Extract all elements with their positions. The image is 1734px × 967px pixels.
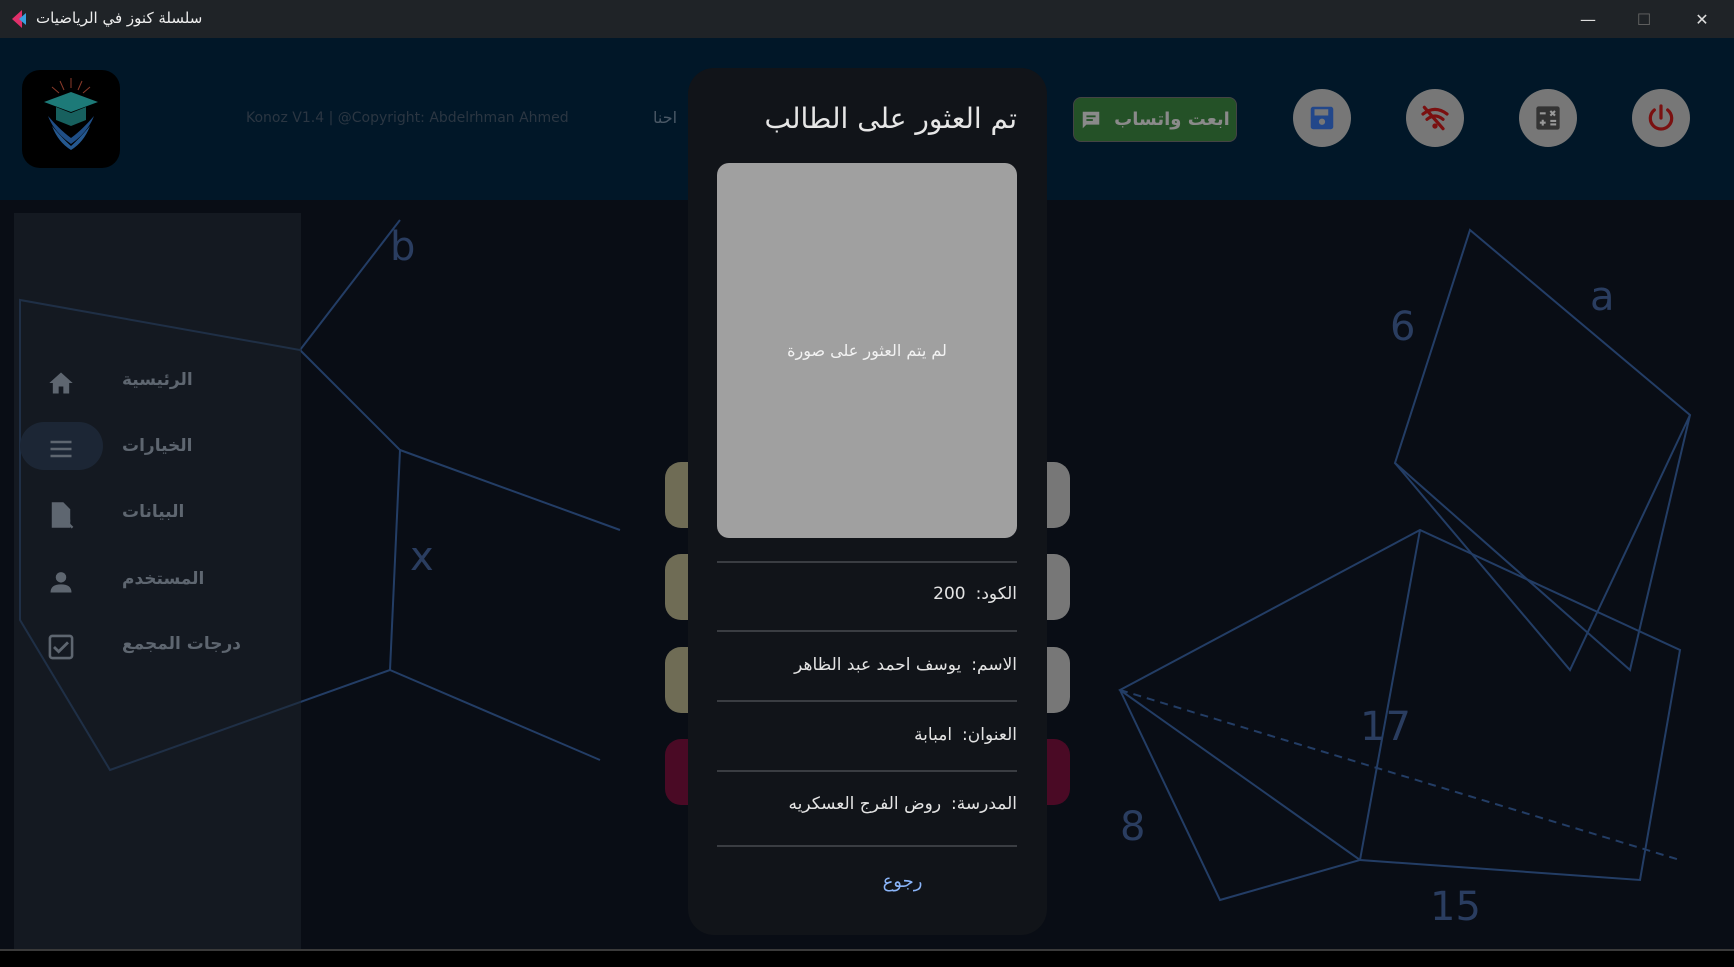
- save-button[interactable]: [1293, 89, 1351, 147]
- field-label: المدرسة:: [951, 794, 1017, 814]
- field-value: امبابة: [914, 725, 953, 745]
- student-found-dialog: تم العثور على الطالب لم يتم العثور على ص…: [688, 68, 1047, 935]
- connection-button[interactable]: [1406, 89, 1464, 147]
- bottom-bar: [0, 951, 1734, 967]
- sidebar-item-grades[interactable]: درجات المجمع: [14, 622, 301, 672]
- close-button[interactable]: ✕: [1674, 0, 1730, 38]
- field-value: 200: [933, 584, 966, 604]
- sidebar-item-label: الخيارات: [122, 436, 193, 456]
- field-address: العنوان: امبابة: [914, 725, 1017, 745]
- about-us-link[interactable]: احنا: [653, 108, 677, 127]
- sidebar-item-options[interactable]: الخيارات: [14, 422, 301, 474]
- sidebar-item-data[interactable]: البيانات: [14, 490, 301, 540]
- svg-text:6: 6: [1390, 304, 1415, 350]
- field-value: روض الفرج العسكريه: [788, 794, 942, 814]
- minimize-button[interactable]: —: [1560, 0, 1616, 38]
- divider: [717, 770, 1017, 772]
- menu-icon: [44, 434, 78, 464]
- field-code: الكود: 200: [933, 584, 1017, 604]
- dialog-title: تم العثور على الطالب: [764, 102, 1017, 135]
- field-name: الاسم: يوسف احمد عبد الظاهر: [794, 655, 1017, 675]
- window-title: سلسلة كنوز في الرياضيات: [36, 9, 203, 27]
- power-icon: [1648, 104, 1674, 131]
- home-icon: [44, 368, 78, 398]
- sidebar-item-label: البيانات: [122, 502, 185, 522]
- field-label: الاسم:: [971, 655, 1017, 675]
- wifi-off-icon: [1421, 105, 1449, 131]
- divider: [717, 561, 1017, 563]
- send-whatsapp-button[interactable]: ابعت واتساب: [1073, 97, 1237, 142]
- copyright-text: Konoz V1.4 | @Copyright: Abdelrhman Ahme…: [246, 110, 569, 126]
- svg-text:8: 8: [1120, 804, 1145, 850]
- file-icon: [44, 500, 78, 530]
- no-photo-text: لم يتم العثور على صورة: [787, 341, 947, 360]
- app-logo: [22, 70, 120, 168]
- maximize-button[interactable]: ☐: [1616, 0, 1672, 38]
- chat-icon: [1082, 111, 1100, 128]
- whatsapp-button-label: ابعت واتساب: [1114, 109, 1230, 130]
- sidebar: الرئيسية الخيارات البيانات المستخدم درجا…: [14, 213, 301, 949]
- svg-text:a: a: [1590, 274, 1615, 320]
- save-icon: [1310, 106, 1334, 130]
- divider: [717, 700, 1017, 702]
- svg-text:15: 15: [1430, 884, 1481, 930]
- app-icon: [12, 10, 26, 28]
- field-label: العنوان:: [962, 725, 1017, 745]
- field-value: يوسف احمد عبد الظاهر: [794, 655, 962, 675]
- svg-text:b: b: [390, 224, 415, 270]
- divider: [717, 845, 1017, 847]
- calculator-button[interactable]: [1519, 89, 1577, 147]
- title-bar: سلسلة كنوز في الرياضيات — ☐ ✕: [0, 0, 1734, 38]
- field-label: الكود:: [975, 584, 1017, 604]
- sidebar-item-user[interactable]: المستخدم: [14, 557, 301, 607]
- graduation-cap-icon: [44, 78, 98, 150]
- person-icon: [44, 567, 78, 597]
- divider: [717, 630, 1017, 632]
- sidebar-item-label: المستخدم: [122, 569, 205, 589]
- power-button[interactable]: [1632, 89, 1690, 147]
- student-photo-placeholder: لم يتم العثور على صورة: [717, 163, 1017, 538]
- sidebar-item-label: الرئيسية: [122, 370, 193, 390]
- back-button[interactable]: رجوع: [688, 871, 1047, 892]
- checkbox-icon: [44, 632, 78, 662]
- calculator-icon: [1536, 106, 1560, 130]
- sidebar-item-label: درجات المجمع: [122, 634, 242, 654]
- field-school: المدرسة: روض الفرج العسكريه: [789, 794, 1017, 814]
- svg-text:x: x: [410, 534, 434, 580]
- sidebar-item-home[interactable]: الرئيسية: [14, 358, 301, 408]
- svg-text:17: 17: [1360, 704, 1411, 750]
